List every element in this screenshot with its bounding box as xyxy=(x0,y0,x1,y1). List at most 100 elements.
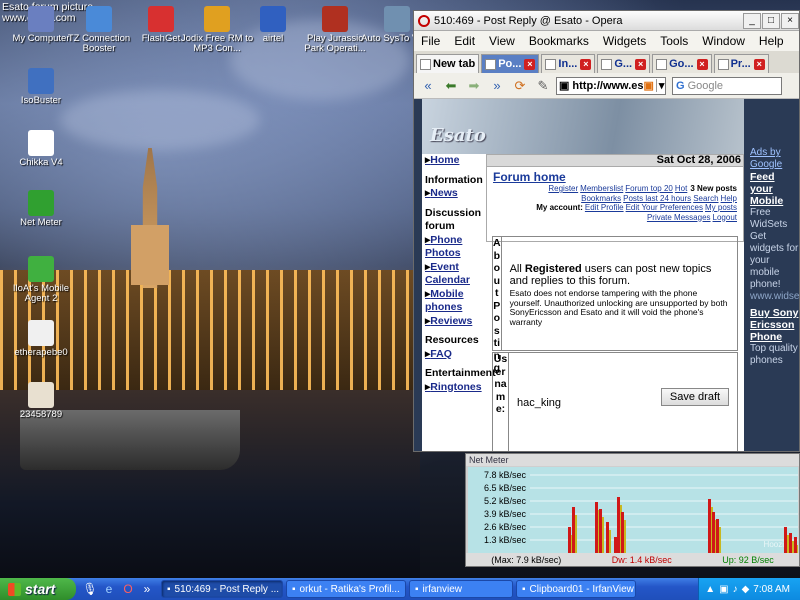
nav-link[interactable]: ▸Reviews xyxy=(425,315,486,329)
desktop-icon[interactable]: 23458789 xyxy=(4,382,78,420)
net-meter-title[interactable]: Net Meter xyxy=(466,454,799,466)
desktop-icon[interactable]: Net Meter xyxy=(4,190,78,228)
ads-by-google-link[interactable]: Ads by Google xyxy=(750,147,799,171)
tab-close-icon[interactable]: × xyxy=(635,58,647,70)
forum-link[interactable]: Edit Your Preferences xyxy=(626,203,703,212)
nav-link[interactable]: ▸FAQ xyxy=(425,348,486,362)
rewind-icon[interactable]: « xyxy=(418,77,438,95)
forum-link[interactable]: Forum top 20 xyxy=(625,184,673,193)
taskbar-button[interactable]: ▪ Clipboard01 - IrfanView xyxy=(516,580,636,598)
tab-3[interactable]: G... × xyxy=(597,54,651,73)
forum-link[interactable]: Bookmarks xyxy=(581,194,621,203)
chikka-icon xyxy=(28,130,54,156)
desktop-icon[interactable]: etherapebe0 xyxy=(4,320,78,358)
rss-icon[interactable]: ▣ xyxy=(644,79,654,92)
menu-edit[interactable]: Edit xyxy=(447,34,482,48)
ad-title-buy-sony-ericsson[interactable]: Buy Sony Ericsson Phone xyxy=(750,307,799,343)
forum-link[interactable]: Help xyxy=(721,194,737,203)
tab-close-icon[interactable]: × xyxy=(580,58,592,70)
reload-icon[interactable]: ⟳ xyxy=(510,77,530,95)
tray-network-icon[interactable]: ▣ xyxy=(719,584,728,595)
tab-4[interactable]: Go... × xyxy=(652,54,712,73)
save-draft-button[interactable]: Save draft xyxy=(661,388,729,406)
nav-link[interactable]: ▸Ringtones xyxy=(425,381,486,395)
tab-5[interactable]: Pr... × xyxy=(713,54,769,73)
desktop-icon[interactable]: Chikka V4 xyxy=(4,130,78,168)
tab-favicon-icon xyxy=(420,58,431,70)
start-button[interactable]: start xyxy=(0,578,76,600)
download-bar xyxy=(789,533,792,553)
tray-volume-icon[interactable]: ♪ xyxy=(733,584,738,595)
tab-favicon-icon xyxy=(656,58,668,70)
tray-arrow-icon[interactable]: ▲ xyxy=(705,584,715,595)
fast-forward-icon[interactable]: » xyxy=(487,77,507,95)
upload-bar xyxy=(624,520,626,553)
forum-link[interactable]: Logout xyxy=(713,213,737,222)
forum-home-link[interactable]: Forum home xyxy=(493,170,737,184)
forum-header: Forum home Register Memberslist Forum top … xyxy=(486,167,744,242)
menu-file[interactable]: File xyxy=(414,34,447,48)
minimize-button[interactable]: _ xyxy=(743,12,761,29)
menu-widgets[interactable]: Widgets xyxy=(596,34,653,48)
back-icon[interactable]: ⬅ xyxy=(441,77,461,95)
taskbar-button[interactable]: ▪ irfanview xyxy=(409,580,513,598)
taskbar-button[interactable]: ▪ 510:469 - Post Reply ... xyxy=(161,580,283,598)
tab-favicon-icon xyxy=(717,58,729,70)
forum-link[interactable]: Posts last 24 hours xyxy=(623,194,691,203)
system-tray: ▲ ▣ ♪ ◆ 7:08 AM xyxy=(698,578,800,600)
nav-text: Phone Photos xyxy=(425,233,463,260)
desktop-icon[interactable]: IloAt's Mobile Agent 2 xyxy=(4,256,78,304)
window-titlebar[interactable]: 510:469 - Post Reply @ Esato - Opera _ □… xyxy=(414,11,799,31)
forum-link[interactable]: Memberslist xyxy=(580,184,623,193)
mic-icon[interactable]: 🎙 xyxy=(82,582,98,596)
nav-link[interactable]: ▸Mobile phones xyxy=(425,288,486,315)
forum-link[interactable]: Edit Profile xyxy=(585,203,624,212)
maximize-button[interactable]: □ xyxy=(762,12,780,29)
taskbar-button[interactable]: ▪ orkut - Ratika's Profil... xyxy=(286,580,406,598)
nav-link[interactable]: ▸Home xyxy=(425,154,486,168)
ad-url[interactable]: www.widsets.com xyxy=(750,291,799,303)
axis-label: 6.5 kB/sec xyxy=(484,483,527,493)
task-label: Clipboard01 - IrfanView xyxy=(529,583,634,595)
close-button[interactable]: × xyxy=(781,12,799,29)
menu-view[interactable]: View xyxy=(482,34,522,48)
nav-link[interactable]: ▸News xyxy=(425,187,486,201)
nav-link[interactable]: ▸Event Calendar xyxy=(425,261,486,288)
new-posts-link[interactable]: 3 New posts xyxy=(690,184,737,193)
quick-launch: 🎙 e O » xyxy=(82,582,158,596)
tab-close-icon[interactable]: × xyxy=(524,58,536,70)
ad-title-feed-mobile[interactable]: Feed your Mobile xyxy=(750,171,799,207)
clock[interactable]: 7:08 AM xyxy=(753,584,790,595)
tab-close-icon[interactable]: × xyxy=(753,58,765,70)
quick-launch-overflow[interactable]: » xyxy=(139,582,155,596)
opera-quicklaunch-icon[interactable]: O xyxy=(120,582,136,596)
menu-window[interactable]: Window xyxy=(695,34,752,48)
search-field[interactable]: G Google xyxy=(672,76,782,95)
menu-bookmarks[interactable]: Bookmarks xyxy=(522,34,596,48)
forum-link[interactable]: Search xyxy=(693,194,718,203)
address-dropdown-icon[interactable]: ▾ xyxy=(655,79,667,92)
forum-link[interactable]: Hot xyxy=(675,184,687,193)
menu-help[interactable]: Help xyxy=(752,34,791,48)
menu-tools[interactable]: Tools xyxy=(653,34,695,48)
forum-link[interactable]: Register xyxy=(548,184,578,193)
tab-label: New tab xyxy=(433,58,476,70)
tray-app-icon[interactable]: ◆ xyxy=(742,584,750,595)
about-posting-row: About Posting All Registered users can p… xyxy=(492,236,738,374)
tab-1[interactable]: Po... × xyxy=(481,54,540,73)
tab-0[interactable]: New tab xyxy=(416,54,480,73)
nav-link[interactable]: ▸Phone Photos xyxy=(425,234,486,261)
tab-favicon-icon xyxy=(545,58,557,70)
edit-icon[interactable]: ✎ xyxy=(533,77,553,95)
desktop-icon[interactable]: IsoBuster xyxy=(4,68,78,106)
tab-close-icon[interactable]: × xyxy=(696,58,708,70)
tab-2[interactable]: In... × xyxy=(541,54,596,73)
forum-link[interactable]: Private Messages xyxy=(647,213,711,222)
forum-link[interactable]: My posts xyxy=(705,203,737,212)
ie-icon[interactable]: e xyxy=(101,582,117,596)
esato-logo[interactable]: Esato xyxy=(430,125,486,146)
address-bar[interactable]: ▣ http://www.es ▣ ▾ xyxy=(556,76,667,95)
nav-text: Ringtones xyxy=(430,380,482,393)
forward-icon[interactable]: ➡ xyxy=(464,77,484,95)
download-bar xyxy=(606,522,609,553)
